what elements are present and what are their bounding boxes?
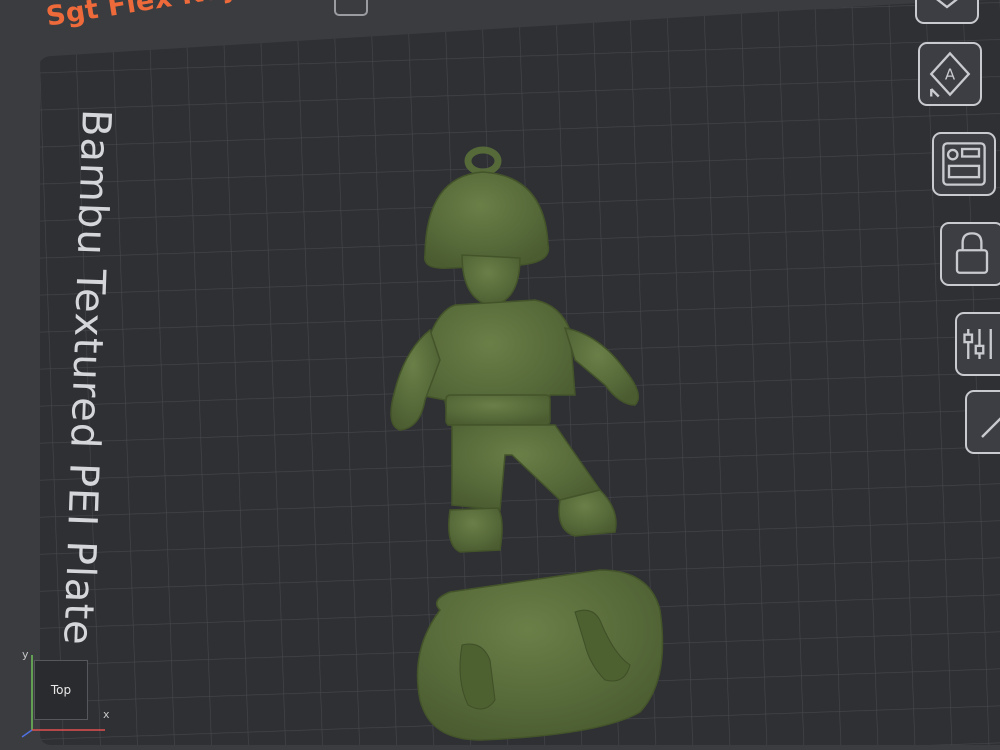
edit-tool-button[interactable]: [965, 390, 1000, 454]
arrange-tool-button[interactable]: [915, 0, 979, 24]
axis-y-label: y: [22, 648, 29, 661]
base-plate-shape: [416, 569, 664, 741]
lock-tool-button[interactable]: [940, 222, 1000, 286]
view-cube-face-label: Top: [50, 683, 72, 697]
edit-icon: [981, 417, 1000, 438]
settings-tool-button[interactable]: [955, 312, 1000, 376]
settings-icon: [963, 329, 992, 359]
layout-icon: [942, 142, 986, 186]
view-cube[interactable]: Top: [34, 660, 88, 720]
auto-orient-icon: A: [929, 51, 971, 98]
edit-plate-name-button[interactable]: [334, 0, 368, 16]
auto-orient-tool-button[interactable]: A: [918, 42, 982, 106]
lock-icon: [955, 232, 989, 274]
build-plate-scene: [40, 0, 1000, 745]
belt: [445, 394, 551, 426]
axis-x-label: x: [103, 708, 110, 721]
layout-tool-button[interactable]: [932, 132, 996, 196]
base-model[interactable]: [416, 569, 664, 741]
svg-text:A: A: [945, 66, 956, 84]
arrange-icon: [936, 0, 958, 9]
left-boot: [448, 507, 503, 553]
